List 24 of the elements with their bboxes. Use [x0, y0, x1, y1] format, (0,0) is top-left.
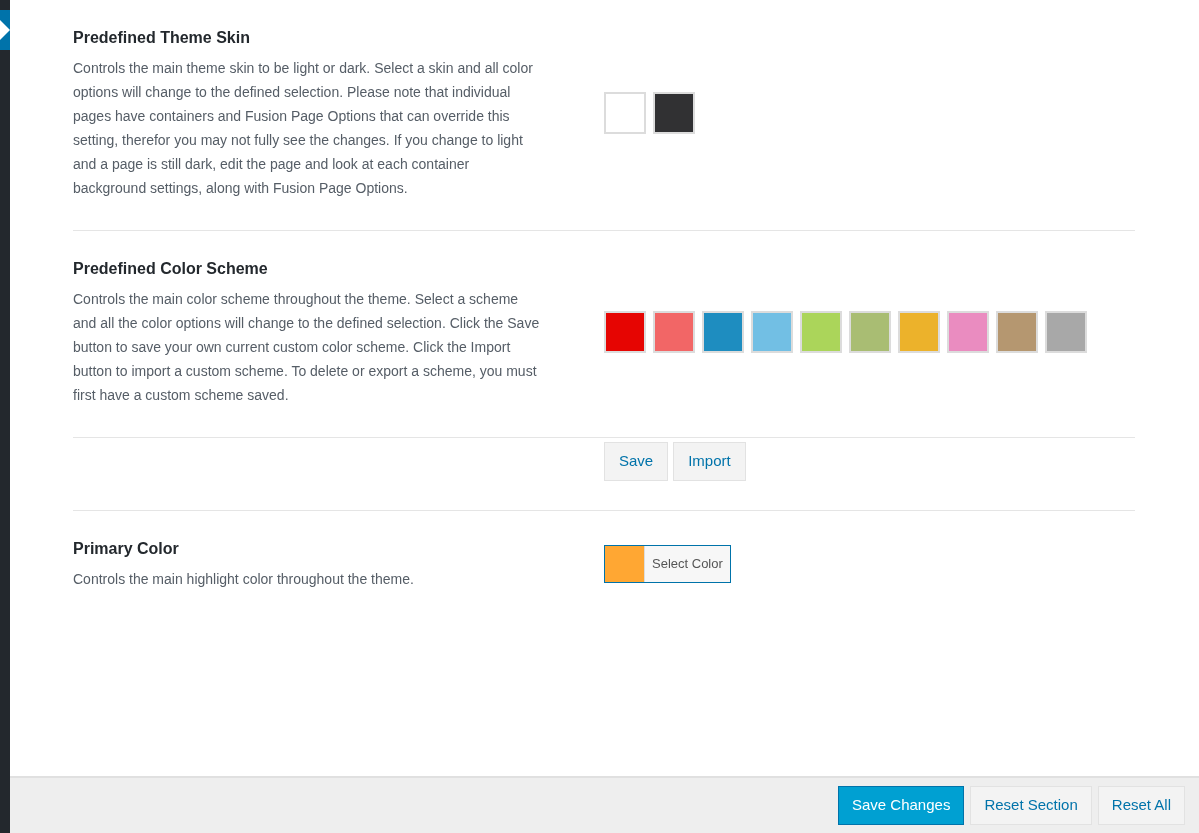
color-swatch[interactable]	[653, 92, 695, 134]
color-swatch[interactable]	[751, 311, 793, 353]
reset-button[interactable]: Reset All	[1097, 786, 1185, 825]
color-swatch[interactable]	[800, 311, 842, 353]
color-swatch[interactable]	[947, 311, 989, 353]
color-swatch[interactable]	[1045, 311, 1087, 353]
color-swatch[interactable]	[849, 311, 891, 353]
color-swatch[interactable]	[996, 311, 1038, 353]
color-swatch[interactable]	[604, 92, 646, 134]
color-swatch[interactable]	[604, 311, 646, 353]
section-title: Predefined Color Scheme	[73, 259, 269, 279]
color-swatch[interactable]	[898, 311, 940, 353]
section-description: Controls the main theme skin to be light or dark. Select a skin and all color options will change to the defined selection. Please note that individual pages have containers and Fusion Page Options that can override this setting, therefor you may not fully see the changes. If you change to light and a page is still dark, edit the page and look at each container background settings, along with Fusion Page Options.	[73, 59, 534, 198]
color-swatch[interactable]	[653, 311, 695, 353]
reset-button[interactable]: Reset Section	[970, 786, 1092, 825]
section-description: Controls the main highlight color throughout the theme.	[73, 570, 415, 589]
section-title: Primary Color	[73, 539, 180, 559]
scheme-button[interactable]: Save	[604, 442, 669, 481]
save-button[interactable]: Save Changes	[838, 786, 965, 825]
select-color-button[interactable]: Select Color	[604, 545, 731, 583]
color-swatch[interactable]	[702, 311, 744, 353]
scheme-button[interactable]: Import	[673, 442, 746, 481]
section-description: Controls the main color scheme throughout the theme. Select a scheme and all the color options will change to the defined selection. Click the Save button to save your own current custom color scheme. Click the Import button to import a custom scheme. To delete or export a scheme, you must first have a custom scheme saved.	[73, 290, 541, 405]
section-title: Predefined Theme Skin	[73, 28, 251, 48]
